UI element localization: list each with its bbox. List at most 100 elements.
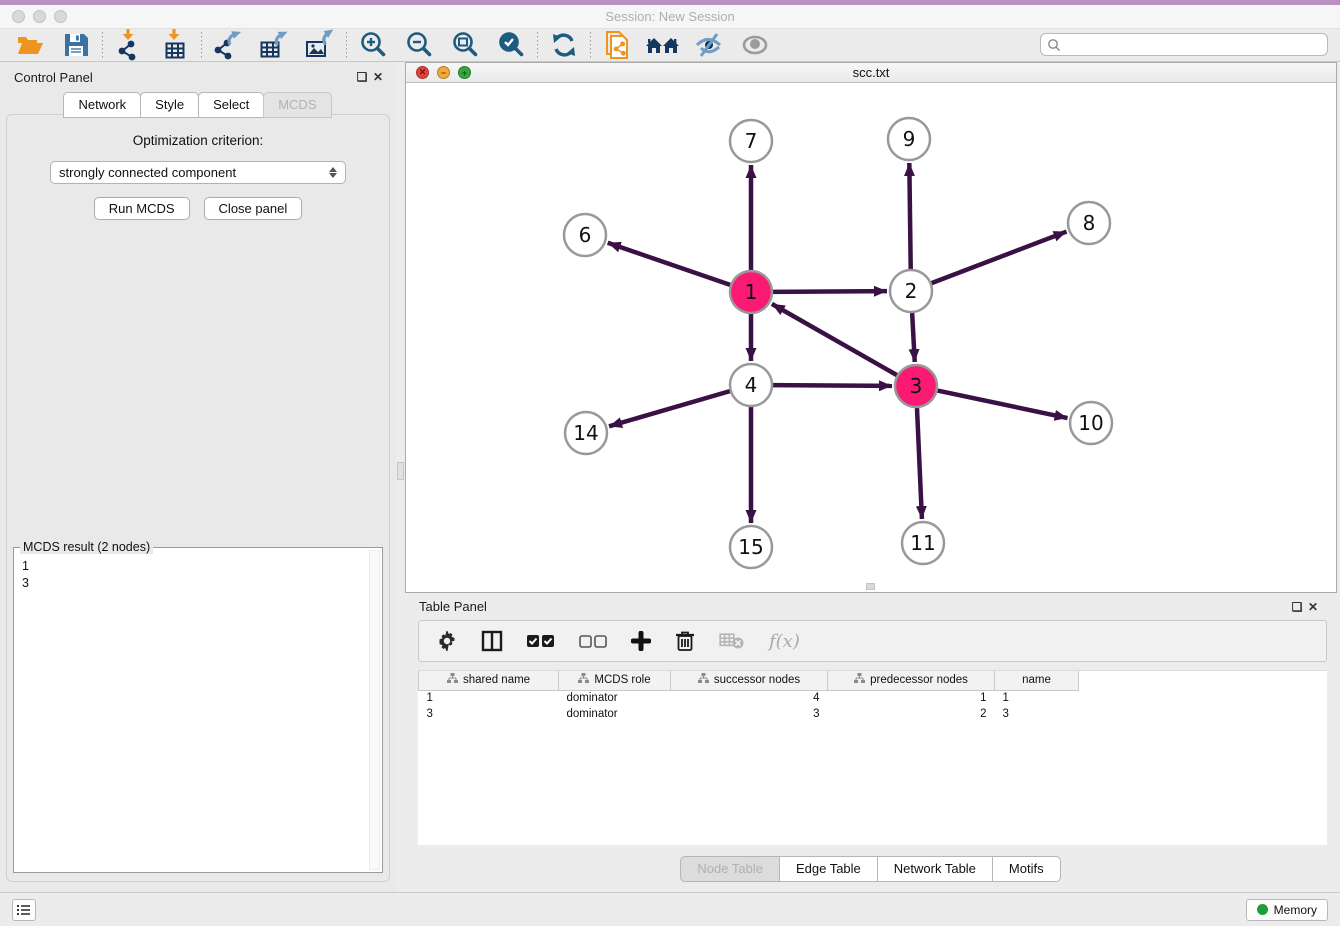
clone-network-icon[interactable] [597,30,637,60]
split-table-icon[interactable] [481,630,503,652]
column-header-shared-name[interactable]: shared name [419,671,559,690]
mcds-result-title: MCDS result (2 nodes) [20,540,153,554]
graph-node-label: 2 [905,279,918,303]
task-history-button[interactable] [12,899,36,921]
float-table-panel-icon[interactable]: ❏ [1289,600,1305,614]
table-cell[interactable]: 1 [419,690,559,706]
zoom-selected-icon[interactable] [491,30,531,60]
column-header-name[interactable]: name [995,671,1079,690]
refresh-layout-icon[interactable] [544,30,584,60]
close-panel-button[interactable]: Close panel [204,197,303,220]
save-icon[interactable] [56,30,96,60]
result-scrollbar[interactable] [369,550,380,870]
zoom-in-icon[interactable] [353,30,393,60]
close-panel-icon[interactable]: ✕ [370,70,386,84]
list-icon [17,904,31,916]
graph-edge-3-1[interactable] [772,304,897,375]
memory-button[interactable]: Memory [1246,899,1328,921]
import-table-icon[interactable] [155,30,195,60]
criterion-dropdown[interactable]: strongly connected component [50,161,346,184]
toolbar-separator [590,32,591,58]
open-folder-icon[interactable] [10,30,50,60]
run-mcds-button[interactable]: Run MCDS [94,197,190,220]
table-cell[interactable]: 3 [671,706,828,722]
graph-node-label: 4 [745,373,758,397]
table-row[interactable]: 3dominator323 [419,706,1079,722]
tab-select[interactable]: Select [198,92,264,118]
zoom-fit-icon[interactable] [445,30,485,60]
style-eye-slash-icon[interactable] [689,30,729,60]
table-tabs-strip: Node TableEdge TableNetwork TableMotifs [405,845,1337,892]
graph-node-label: 10 [1078,411,1103,435]
tab-style[interactable]: Style [140,92,199,118]
homes-icon[interactable] [643,30,683,60]
close-table-panel-icon[interactable]: ✕ [1305,600,1321,614]
graph-edge-2-9[interactable] [909,163,910,269]
table-cell[interactable]: 3 [995,706,1079,722]
graph-node-label: 7 [745,129,758,153]
graph-node-label: 9 [903,127,916,151]
table-row[interactable]: 1dominator411 [419,690,1079,706]
criterion-value: strongly connected component [59,165,329,180]
search-input[interactable] [1065,38,1321,52]
network-window-titlebar[interactable]: ✕ − + scc.txt [406,63,1336,83]
tab-motifs[interactable]: Motifs [992,856,1061,882]
memory-label: Memory [1274,903,1317,917]
table-delete-icon[interactable] [719,632,745,650]
dropdown-stepper-icon [329,167,337,178]
zoom-out-icon[interactable] [399,30,439,60]
gear-icon[interactable] [437,631,457,651]
table-cell[interactable]: 1 [828,690,995,706]
titlebar[interactable]: Session: New Session [0,5,1340,28]
graph-edge-2-8[interactable] [932,232,1067,284]
splitter-grip[interactable] [397,462,404,480]
export-network-icon[interactable] [208,30,248,60]
optimization-criterion-label: Optimization criterion: [7,133,389,148]
table-cell[interactable]: 1 [995,690,1079,706]
network-minimize-button[interactable]: − [437,66,450,79]
graph-edge-3-10[interactable] [938,391,1068,418]
graph-edge-4-14[interactable] [609,391,730,426]
canvas-resize-grip[interactable] [866,583,875,590]
export-image-icon[interactable] [300,30,340,60]
export-table-icon[interactable] [254,30,294,60]
graph-edge-3-11[interactable] [917,408,922,519]
graph-node-label: 1 [745,280,758,304]
table-cell[interactable]: 2 [828,706,995,722]
network-maximize-button[interactable]: + [458,66,471,79]
trash-icon[interactable] [675,630,695,652]
function-builder-icon[interactable]: f(x) [769,631,800,652]
table-cell[interactable]: 3 [419,706,559,722]
network-close-button[interactable]: ✕ [416,66,429,79]
tab-network[interactable]: Network [63,92,141,118]
network-canvas[interactable]: 7968124314101511 [406,83,1336,592]
table-cell[interactable]: dominator [559,690,671,706]
column-header-predecessor-nodes[interactable]: predecessor nodes [828,671,995,690]
visibility-eye-icon[interactable] [735,30,775,60]
checked-pair-icon[interactable] [527,635,555,648]
graph-edge-1-2[interactable] [773,291,887,292]
result-line: 1 [22,558,368,575]
table-cell[interactable]: dominator [559,706,671,722]
search-box[interactable] [1040,33,1328,56]
graph-edge-2-3[interactable] [912,313,915,362]
tab-edge-table[interactable]: Edge Table [779,856,878,882]
table-cell[interactable]: 4 [671,690,828,706]
toolbar-separator [102,32,103,58]
tab-mcds[interactable]: MCDS [263,92,331,118]
graph-node-label: 8 [1083,211,1096,235]
tab-network-table[interactable]: Network Table [877,856,993,882]
memory-status-icon [1257,904,1268,915]
tab-node-table[interactable]: Node Table [680,856,780,882]
column-header-MCDS-role[interactable]: MCDS role [559,671,671,690]
float-panel-icon[interactable]: ❏ [354,70,370,84]
graph-node-label: 15 [738,535,763,559]
column-header-successor-nodes[interactable]: successor nodes [671,671,828,690]
graph-edge-4-3[interactable] [773,385,892,386]
import-network-icon[interactable] [109,30,149,60]
panel-splitter[interactable] [396,62,405,892]
graph-edge-1-6[interactable] [608,243,730,285]
mcds-panel: Optimization criterion: strongly connect… [6,114,390,882]
plus-icon[interactable] [631,631,651,651]
unchecked-pair-icon[interactable] [579,635,607,648]
